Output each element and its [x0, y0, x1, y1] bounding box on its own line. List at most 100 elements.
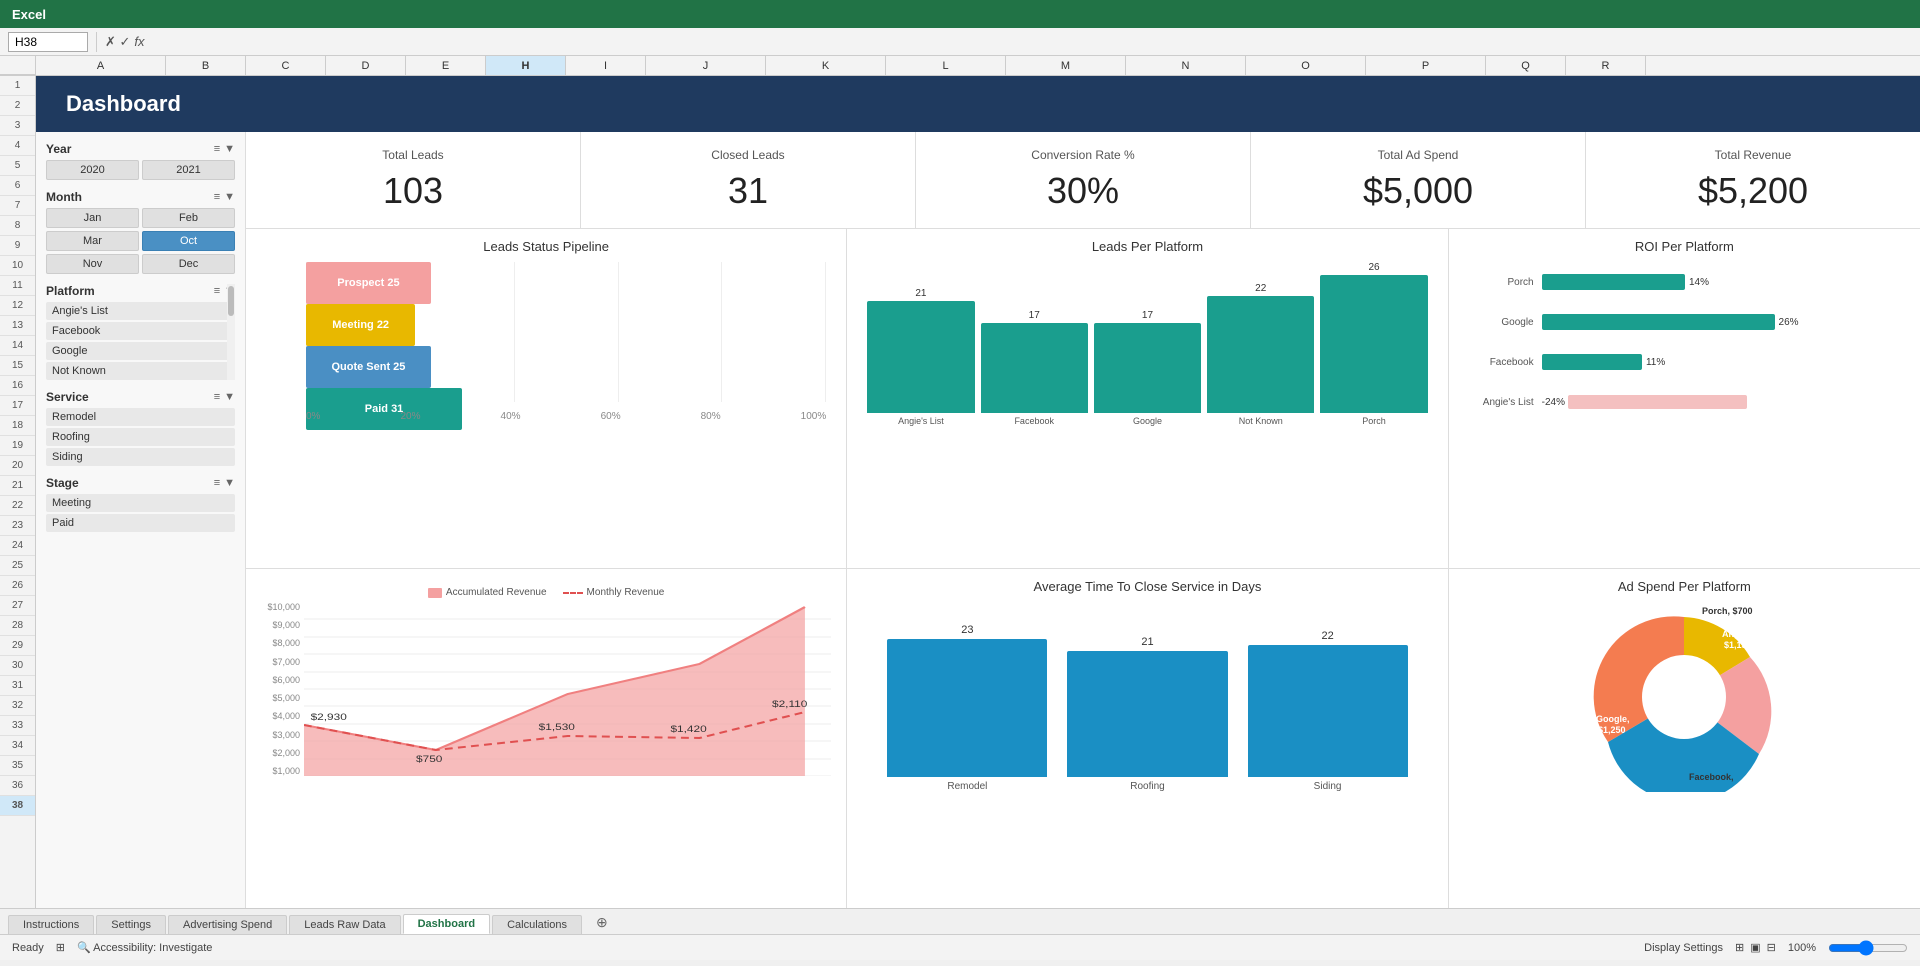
- month-grid: Jan Feb Mar Oct Nov Dec: [46, 208, 235, 274]
- year-2020-btn[interactable]: 2020: [46, 160, 139, 180]
- month-nov[interactable]: Nov: [46, 254, 139, 274]
- platform-filter: Platform ≡ ▼ Angie's List Facebook Googl…: [46, 284, 235, 380]
- col-E[interactable]: E: [406, 56, 486, 75]
- stage-list: Meeting Paid: [46, 494, 235, 532]
- leads-per-platform-chart: 21 Angie's List 17 Facebook: [857, 262, 1437, 422]
- service-list: Remodel Roofing Siding: [46, 408, 235, 466]
- svg-text:$750: $750: [416, 754, 443, 764]
- month-clear-icon[interactable]: ▼: [224, 191, 235, 203]
- tab-dashboard[interactable]: Dashboard: [403, 914, 490, 934]
- kpi-conversion-rate-label: Conversion Rate %: [936, 148, 1230, 162]
- dashboard-body: Year ≡ ▼ 2020 2021: [36, 132, 1920, 908]
- page-layout-icon[interactable]: ▣: [1750, 941, 1760, 954]
- kpi-total-revenue-value: $5,200: [1606, 170, 1900, 212]
- kpi-closed-leads-value: 31: [601, 170, 895, 212]
- bar-facebook: 17 Facebook: [981, 310, 1088, 426]
- col-P[interactable]: P: [1366, 56, 1486, 75]
- col-A[interactable]: A: [36, 56, 166, 75]
- month-feb[interactable]: Feb: [142, 208, 235, 228]
- col-I[interactable]: I: [566, 56, 646, 75]
- roi-row-angies-list: Angie's List -24%: [1469, 393, 1900, 411]
- col-L[interactable]: L: [886, 56, 1006, 75]
- pipeline-chart-title: Leads Status Pipeline: [256, 239, 836, 254]
- col-D[interactable]: D: [326, 56, 406, 75]
- stage-sort-icon[interactable]: ≡: [214, 477, 220, 489]
- service-roofing[interactable]: Roofing: [46, 428, 235, 446]
- platform-facebook[interactable]: Facebook: [46, 322, 235, 340]
- platform-angies-list[interactable]: Angie's List: [46, 302, 235, 320]
- stage-clear-icon[interactable]: ▼: [224, 477, 235, 489]
- col-K[interactable]: K: [766, 56, 886, 75]
- sheet-tabs: Instructions Settings Advertising Spend …: [0, 908, 1920, 934]
- svg-text:Porch, $700: Porch, $700: [1702, 606, 1753, 616]
- display-settings[interactable]: Display Settings: [1644, 942, 1723, 954]
- ttc-remodel: 23 Remodel: [887, 624, 1047, 792]
- service-siding[interactable]: Siding: [46, 448, 235, 466]
- service-remodel[interactable]: Remodel: [46, 408, 235, 426]
- dashboard-title: Dashboard: [66, 91, 181, 117]
- bar-not-known: 22 Not Known: [1207, 283, 1314, 426]
- pipeline-axis-100: 100%: [801, 411, 827, 422]
- kpi-total-leads: Total Leads 103: [246, 132, 581, 228]
- platform-list: Angie's List Facebook Google Not Known: [46, 302, 235, 380]
- col-R[interactable]: R: [1566, 56, 1646, 75]
- month-filter-label: Month: [46, 190, 82, 204]
- col-Q[interactable]: Q: [1486, 56, 1566, 75]
- normal-view-icon[interactable]: ⊞: [1735, 941, 1744, 954]
- platform-google[interactable]: Google: [46, 342, 235, 360]
- service-filter: Service ≡ ▼ Remodel Roofing Siding: [46, 390, 235, 466]
- month-jan[interactable]: Jan: [46, 208, 139, 228]
- month-dec[interactable]: Dec: [142, 254, 235, 274]
- kpi-total-revenue-label: Total Revenue: [1606, 148, 1900, 162]
- svg-text:$1,530: $1,530: [539, 722, 575, 732]
- cell-mode-icon: ⊞: [56, 941, 65, 954]
- service-clear-icon[interactable]: ▼: [224, 391, 235, 403]
- excel-app-title: Excel: [12, 7, 46, 22]
- revenue-svg: $2,930 $750 $1,530 $1,420 $2,110: [304, 602, 831, 776]
- col-N[interactable]: N: [1126, 56, 1246, 75]
- pipeline-axis-20: 20%: [400, 411, 420, 422]
- leads-per-platform-title: Leads Per Platform: [857, 239, 1437, 254]
- roi-row-facebook: Facebook 11%: [1469, 353, 1900, 371]
- tab-advertising-spend[interactable]: Advertising Spend: [168, 915, 287, 934]
- stage-meeting[interactable]: Meeting: [46, 494, 235, 512]
- zoom-slider[interactable]: [1828, 940, 1908, 956]
- platform-not-known[interactable]: Not Known: [46, 362, 235, 380]
- tab-calculations[interactable]: Calculations: [492, 915, 582, 934]
- col-B[interactable]: B: [166, 56, 246, 75]
- roi-row-google: Google 26%: [1469, 313, 1900, 331]
- ad-spend-donut-svg: Angie's List, $1,150 Porch, $700 Google,…: [1584, 602, 1784, 792]
- month-mar[interactable]: Mar: [46, 231, 139, 251]
- year-filter-clear-icon[interactable]: ▼: [224, 143, 235, 155]
- month-sort-icon[interactable]: ≡: [214, 191, 220, 203]
- tab-instructions[interactable]: Instructions: [8, 915, 94, 934]
- zoom-level: 100%: [1788, 942, 1816, 954]
- tab-settings[interactable]: Settings: [96, 915, 166, 934]
- roi-row-porch: Porch 14%: [1469, 273, 1900, 291]
- stage-paid[interactable]: Paid: [46, 514, 235, 532]
- year-filter-sort-icon[interactable]: ≡: [214, 143, 220, 155]
- tab-leads-raw-data[interactable]: Leads Raw Data: [289, 915, 400, 934]
- name-box[interactable]: H38: [8, 32, 88, 52]
- accessibility-text[interactable]: 🔍 Accessibility: Investigate: [77, 941, 212, 954]
- ttc-siding: 22 Siding: [1248, 630, 1408, 792]
- col-J[interactable]: J: [646, 56, 766, 75]
- ad-spend-title: Ad Spend Per Platform: [1459, 579, 1910, 594]
- col-C[interactable]: C: [246, 56, 326, 75]
- formula-input[interactable]: [153, 35, 1912, 49]
- kpi-closed-leads-label: Closed Leads: [601, 148, 895, 162]
- add-sheet-button[interactable]: ⊕: [588, 911, 616, 934]
- col-H-active[interactable]: H: [486, 56, 566, 75]
- chart-row-2: Accumulated Revenue Monthly Revenue: [246, 569, 1920, 908]
- year-2021-btn[interactable]: 2021: [142, 160, 235, 180]
- month-oct[interactable]: Oct: [142, 231, 235, 251]
- col-O[interactable]: O: [1246, 56, 1366, 75]
- svg-text:$2,930: $2,930: [311, 712, 347, 722]
- svg-text:$1,420: $1,420: [670, 724, 706, 734]
- page-break-icon[interactable]: ⊟: [1767, 941, 1776, 954]
- service-sort-icon[interactable]: ≡: [214, 391, 220, 403]
- col-M[interactable]: M: [1006, 56, 1126, 75]
- platform-sort-icon[interactable]: ≡: [214, 285, 220, 297]
- sheet-content: Dashboard Year ≡ ▼: [36, 76, 1920, 908]
- stage-filter: Stage ≡ ▼ Meeting Paid: [46, 476, 235, 532]
